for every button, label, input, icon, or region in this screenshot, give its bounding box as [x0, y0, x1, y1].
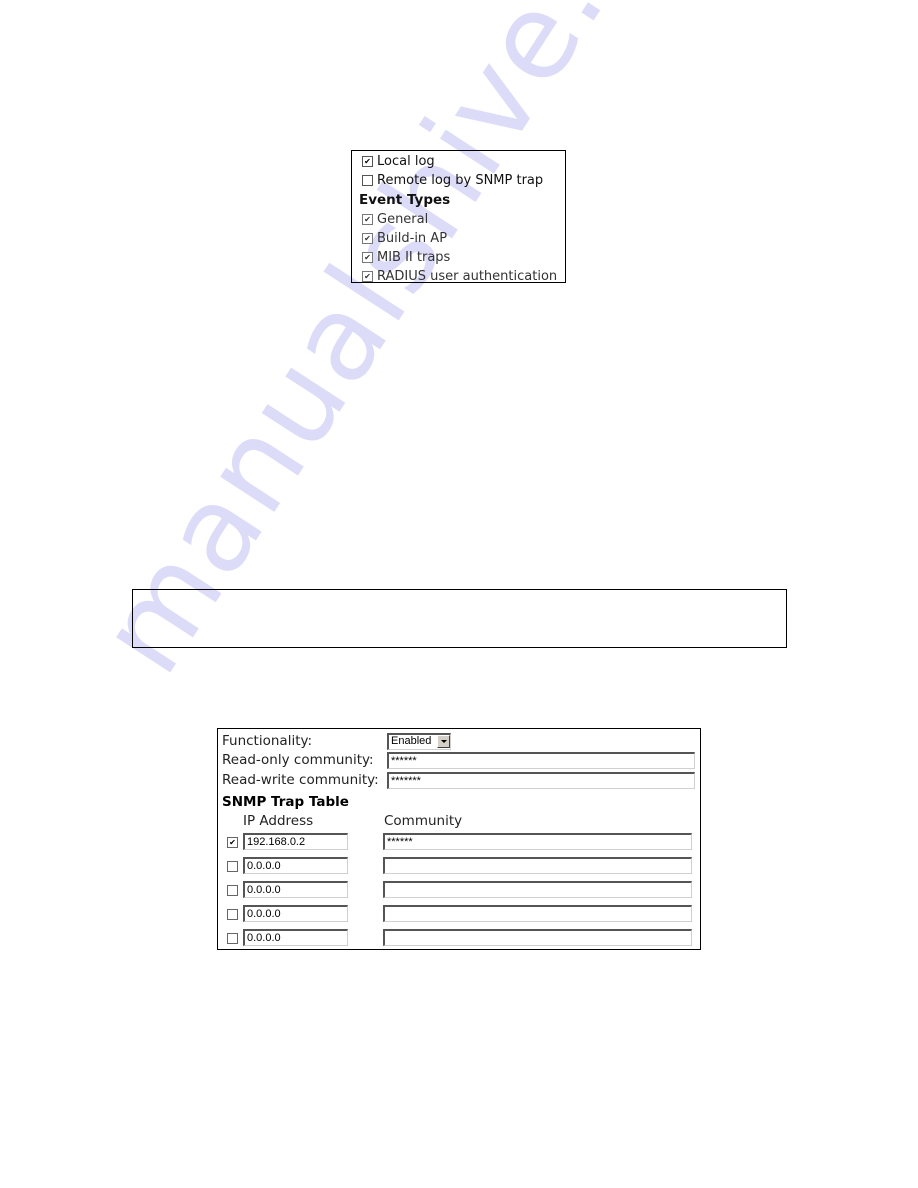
read-write-label: Read-write community:: [222, 772, 379, 788]
general-label: General: [377, 211, 429, 227]
empty-note-box: [132, 589, 787, 648]
log-settings-panel: Local log Remote log by SNMP trap Event …: [351, 150, 566, 286]
trap-ip-input[interactable]: 0.0.0.0: [243, 881, 348, 898]
trap-ip-input[interactable]: 192.168.0.2: [243, 833, 348, 850]
mib-ii-traps-checkbox[interactable]: [362, 252, 373, 264]
trap-enable-checkbox[interactable]: [227, 861, 238, 872]
build-in-ap-checkbox[interactable]: [362, 232, 373, 244]
event-type-mib-ii-traps[interactable]: MIB II traps: [352, 248, 565, 267]
trap-community-input[interactable]: [383, 857, 692, 874]
read-only-community-input[interactable]: ******: [387, 752, 695, 769]
mib-ii-traps-label: MIB II traps: [377, 250, 451, 266]
functionality-select[interactable]: Enabled: [387, 733, 451, 750]
trap-community-input[interactable]: [383, 881, 692, 898]
functionality-label: Functionality:: [222, 733, 313, 749]
build-in-ap-label: Build-in AP: [377, 230, 448, 246]
radius-auth-checkbox[interactable]: [362, 271, 373, 283]
event-types-heading: Event Types: [359, 191, 451, 208]
event-type-radius-auth[interactable]: RADIUS user authentication: [352, 267, 565, 286]
local-log-label: Local log: [377, 154, 435, 170]
general-checkbox[interactable]: [362, 213, 373, 225]
radius-auth-label: RADIUS user authentication: [377, 269, 558, 285]
trap-enable-checkbox[interactable]: [227, 837, 238, 848]
read-only-label: Read-only community:: [222, 752, 374, 768]
community-header: Community: [384, 813, 463, 829]
snmp-settings-panel: Functionality: Enabled Read-only communi…: [217, 728, 701, 950]
trap-community-input[interactable]: [383, 929, 692, 946]
remote-log-checkbox[interactable]: [362, 175, 373, 187]
trap-ip-input[interactable]: 0.0.0.0: [243, 857, 348, 874]
read-write-community-input[interactable]: *******: [387, 772, 695, 789]
local-log-checkbox[interactable]: [362, 156, 373, 168]
trap-community-input[interactable]: ******: [383, 833, 692, 850]
trap-enable-checkbox[interactable]: [227, 933, 238, 944]
functionality-value: Enabled: [391, 735, 432, 747]
event-type-build-in-ap[interactable]: Build-in AP: [352, 229, 565, 248]
ip-address-header: IP Address: [243, 813, 314, 829]
trap-ip-input[interactable]: 0.0.0.0: [243, 929, 348, 946]
event-type-general[interactable]: General: [352, 210, 565, 229]
trap-ip-input[interactable]: 0.0.0.0: [243, 905, 348, 922]
chevron-down-icon[interactable]: [437, 735, 450, 748]
local-log-option[interactable]: Local log: [352, 152, 565, 171]
remote-log-option[interactable]: Remote log by SNMP trap: [352, 171, 565, 190]
trap-table-heading: SNMP Trap Table: [222, 794, 349, 810]
trap-community-input[interactable]: [383, 905, 692, 922]
trap-enable-checkbox[interactable]: [227, 885, 238, 896]
trap-enable-checkbox[interactable]: [227, 909, 238, 920]
remote-log-label: Remote log by SNMP trap: [377, 173, 544, 189]
